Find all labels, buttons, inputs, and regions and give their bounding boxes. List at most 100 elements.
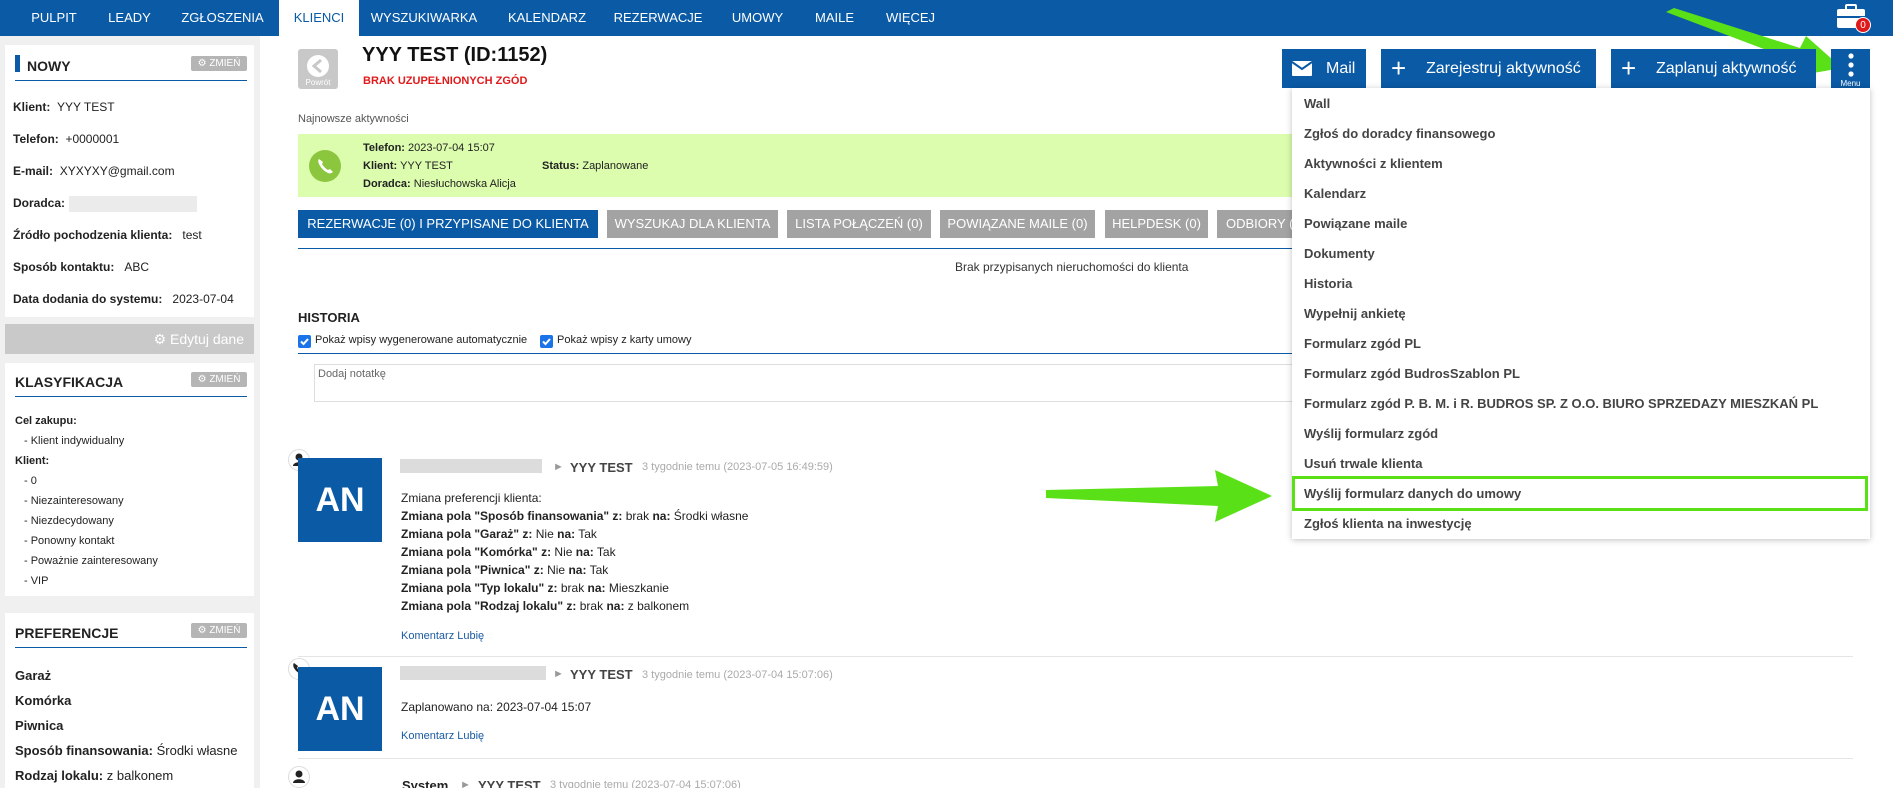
entry-divider [298,758,1853,759]
entry-change: Zmiana pola "Garaż" z: Nie na: Tak [401,527,597,541]
pref-piwnica: Piwnica [15,718,64,733]
latest-status: Status: Zaplanowane [542,160,649,172]
tab-helpdesk[interactable]: HELPDESK (0) [1105,210,1208,238]
entry-time: 3 tygodnie temu (2023-07-04 15:07:06) [550,779,741,788]
checkbox-contract-label: Pokaż wpisy z karty umowy [557,334,692,346]
latest-client: Klient: YYY TEST [363,160,453,172]
menu-item-dokumenty[interactable]: Dokumenty [1304,246,1375,261]
avatar: AN [298,458,382,542]
entry-target[interactable]: YYY TEST [478,778,541,788]
tab-wyszukaj[interactable]: WYSZUKAJ DLA KLIENTA [607,210,778,238]
menu-item-zglos-doradcy[interactable]: Zgłoś do doradcy finansowego [1304,126,1495,141]
nav-klienci[interactable]: KLIENCI [279,0,359,36]
klient-item: - Poważnie zainteresowany [24,555,158,567]
client-field-email: E-mail: XYXYXY@gmail.com [13,164,175,178]
menu-item-historia[interactable]: Historia [1304,276,1352,291]
redacted-author [400,666,546,680]
consent-warning: BRAK UZUPEŁNIONYCH ZGÓD [363,75,528,87]
tab-rezerwacje[interactable]: REZERWACJE (0) I PRZYPISANE DO KLIENTA [298,210,598,238]
notification-badge: 0 [1855,17,1871,33]
menu-item-kalendarz[interactable]: Kalendarz [1304,186,1366,201]
menu-item-formularz-pbm[interactable]: Formularz zgód P. B. M. i R. BUDROS SP. … [1304,396,1818,411]
entry-target[interactable]: YYY TEST [570,667,633,682]
nav-pulpit[interactable]: PULPIT [19,0,89,36]
plan-activity-button[interactable]: + Zaplanuj aktywność [1611,49,1816,88]
entry-divider [298,656,1853,657]
client-field-doradca: Doradca: [13,196,66,210]
entry-change: Zmiana pola "Typ lokalu" z: brak na: Mie… [401,581,669,595]
status-marker [15,55,20,72]
change-preferences-button[interactable]: ⚙ ZMIEŃ [191,623,247,638]
nav-rezerwacje[interactable]: REZERWACJE [608,0,708,36]
klient-item: - Niezainteresowany [24,495,124,507]
change-classification-button[interactable]: ⚙ ZMIEŃ [191,372,247,387]
klient-item: - Niezdecydowany [24,515,114,527]
entry-time: 3 tygodnie temu (2023-07-05 16:49:59) [642,461,833,473]
klient-item: - 0 [24,475,37,487]
klient-item: - VIP [24,575,49,587]
plus-icon: + [1621,53,1637,83]
nav-wyszukiwarka[interactable]: WYSZUKIWARKA [368,0,480,36]
entry-change: Zmiana pola "Rodzaj lokalu" z: brak na: … [401,599,690,613]
avatar: AN [298,667,382,751]
entry-author: System [402,778,449,788]
entry-intro: Zmiana preferencji klienta: [401,491,542,505]
latest-advisor: Doradca: Niesłuchowska Alicja [363,178,516,190]
checkbox-contract-entries[interactable] [540,335,553,348]
arrow-right-icon: ► [553,461,564,473]
tab-powiazane-maile[interactable]: POWIĄZANE MAILE (0) [940,210,1095,238]
tabs-divider [298,248,1298,249]
mail-button[interactable]: Mail [1282,49,1366,88]
tab-odbiory[interactable]: ODBIORY ( [1217,210,1297,238]
history-title: HISTORIA [298,310,360,325]
preferences-title: PREFERENCJE [15,625,119,641]
add-note-input[interactable]: Dodaj notatkę [314,364,1304,402]
divider [15,647,247,648]
menu-item-zglos-inwestycje[interactable]: Zgłoś klienta na inwestycję [1304,516,1472,531]
nav-wiecej[interactable]: WIĘCEJ [878,0,943,36]
client-field-klient: Klient: YYY TEST [13,100,115,114]
nav-kalendarz[interactable]: KALENDARZ [502,0,592,36]
entry-time: 3 tygodnie temu (2023-07-04 15:07:06) [642,669,833,681]
divider [15,80,247,81]
redacted-advisor [69,196,197,212]
envelope-icon [1292,61,1312,76]
edit-client-button[interactable]: ⚙ Edytuj dane [5,324,254,354]
comment-like-links[interactable]: Komentarz Lubię [401,730,484,742]
redacted-author [400,459,542,473]
entry-change: Zmiana pola "Komórka" z: Nie na: Tak [401,545,616,559]
phone-icon [309,150,341,182]
user-icon [288,766,310,788]
menu-item-wall[interactable]: Wall [1304,96,1330,111]
menu-item-ankieta[interactable]: Wypełnij ankietę [1304,306,1406,321]
change-status-button[interactable]: ⚙ ZMIEŃ [191,56,247,71]
menu-item-powiazane-maile[interactable]: Powiązane maile [1304,216,1407,231]
register-activity-button[interactable]: + Zarejestruj aktywność [1381,49,1596,88]
nav-zgloszenia[interactable]: ZGŁOSZENIA [175,0,270,36]
page-title: YYY TEST (ID:1152) [362,44,548,66]
pref-finansowanie: Sposób finansowania: Środki własne [15,743,238,758]
entry-text: Zaplanowano na: 2023-07-04 15:07 [401,700,592,714]
pref-garaz: Garaż [15,668,52,683]
checkbox-auto-label: Pokaż wpisy wygenerowane automatycznie [315,334,528,346]
checkbox-auto-entries[interactable] [298,335,311,348]
cel-zakupu-label: Cel zakupu: [15,415,77,427]
comment-like-links[interactable]: Komentarz Lubię [401,630,484,642]
klient-label: Klient: [15,455,50,467]
tab-lista-polaczen[interactable]: LISTA POŁĄCZEŃ (0) [787,210,931,238]
nav-maile[interactable]: MAILE [806,0,863,36]
nav-leady[interactable]: LEADY [97,0,162,36]
nav-umowy[interactable]: UMOWY [725,0,790,36]
menu-button[interactable]: Menu [1831,49,1870,88]
menu-item-wyslij-zgod[interactable]: Wyślij formularz zgód [1304,426,1438,441]
menu-item-formularz-budros[interactable]: Formularz zgód BudrosSzablon PL [1304,366,1520,381]
menu-item-usun-klienta[interactable]: Usuń trwale klienta [1304,456,1422,471]
entry-target[interactable]: YYY TEST [570,460,633,475]
klient-item: - Ponowny kontakt [24,535,115,547]
no-properties-message: Brak przypisanych nieruchomości do klien… [955,260,1189,274]
menu-item-formularz-zgod-pl[interactable]: Formularz zgód PL [1304,336,1421,351]
cel-zakupu-item: - Klient indywidualny [24,435,125,447]
menu-item-aktywnosci[interactable]: Aktywności z klientem [1304,156,1443,171]
pref-komorka: Komórka [15,693,72,708]
kebab-menu-icon [1848,53,1854,77]
